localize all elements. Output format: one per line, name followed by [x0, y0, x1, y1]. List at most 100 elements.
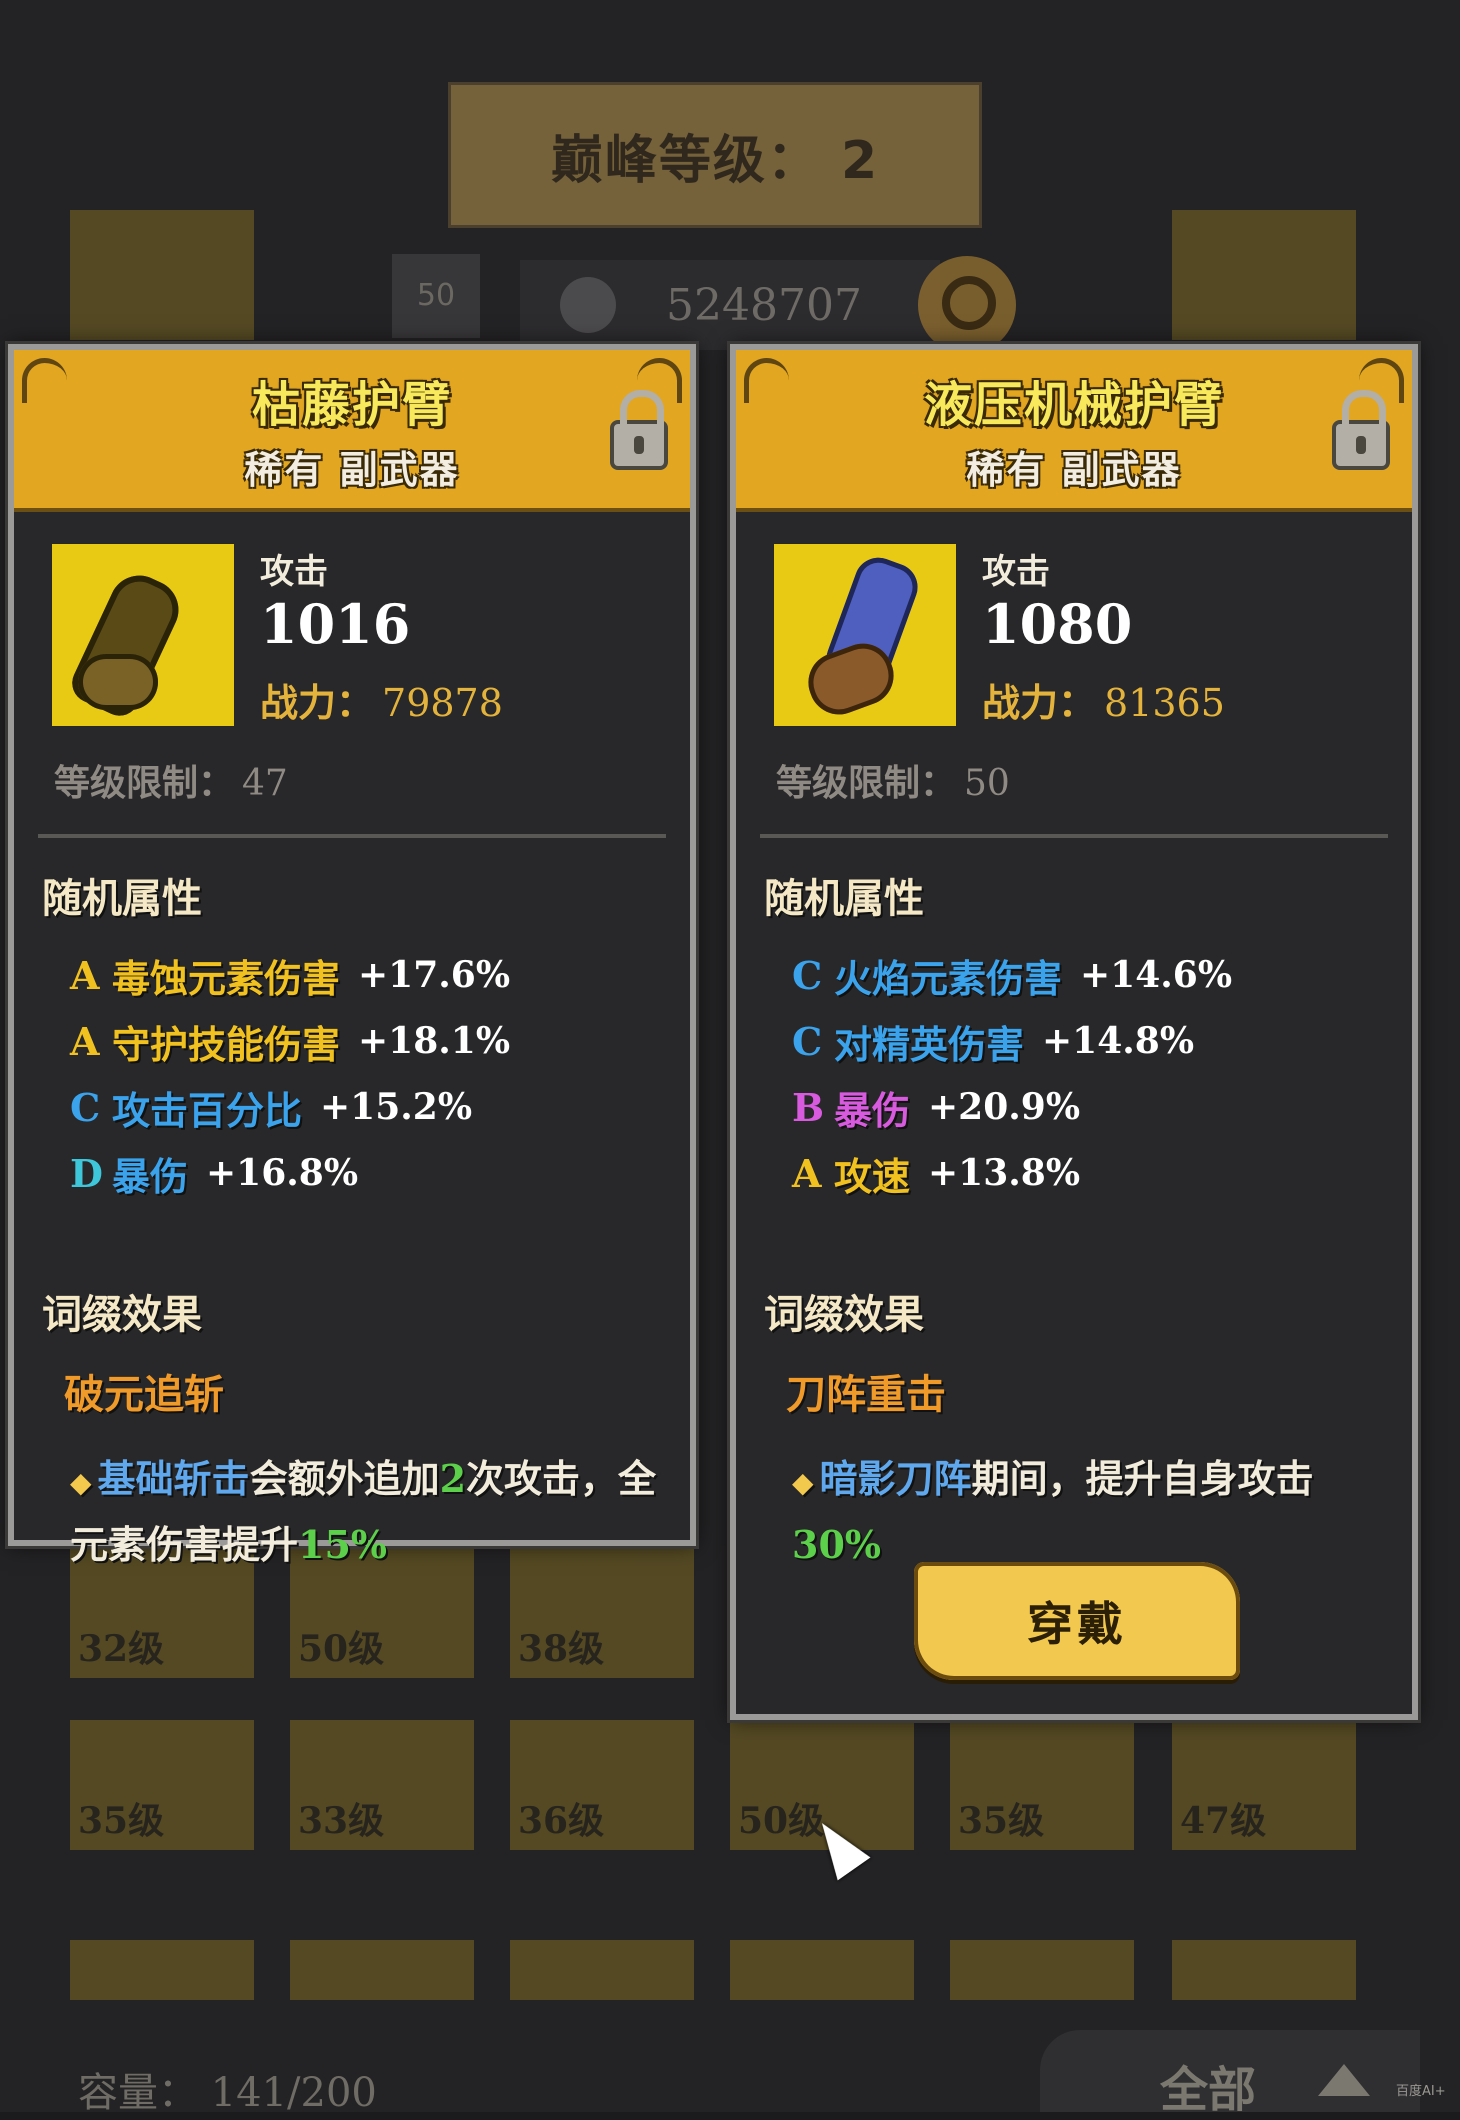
diamond-bullet-icon: ◆ [70, 1466, 92, 1499]
inventory-slot[interactable] [730, 1940, 914, 2000]
item-rarity: 稀有 副武器 [244, 447, 460, 492]
attr-name: 守护技能伤害 [112, 1022, 341, 1067]
affix-number: 2 [439, 1456, 467, 1501]
inventory-slot[interactable] [1172, 1940, 1356, 2000]
corner-ornament [22, 358, 67, 403]
level-req-value: 50 [964, 763, 1010, 804]
slot-level: 33级 [298, 1800, 385, 1842]
diamond-bullet-icon: ◆ [792, 1466, 814, 1499]
level-req-value: 47 [242, 763, 288, 804]
wear-button[interactable]: 穿戴 [914, 1562, 1240, 1680]
attr-grade: A [70, 1018, 100, 1064]
equipment-slot[interactable] [1172, 210, 1356, 340]
attr-value: +13.8% [928, 1152, 1081, 1194]
item-name: 枯藤护臂 [251, 376, 452, 433]
affix-number: 15% [298, 1522, 388, 1567]
divider [38, 834, 666, 838]
slot-level: 36级 [518, 1800, 605, 1842]
attr-grade: C [70, 1084, 101, 1130]
stat-label: 攻击 [982, 552, 1050, 592]
inventory-slot[interactable] [290, 1940, 474, 2000]
slot-level: 47级 [1180, 1800, 1267, 1842]
attr-grade: C [792, 1018, 823, 1064]
fist-icon [560, 277, 616, 333]
attr-row: A 毒蚀元素伤害 +17.6% [14, 942, 690, 1008]
affix-name: 刀阵重击 [786, 1372, 946, 1418]
attr-row: C 火焰元素伤害 +14.6% [736, 942, 1412, 1008]
affix-skill: 基础斩击 [97, 1457, 250, 1501]
random-attr-title: 随机属性 [42, 876, 202, 922]
attr-value: +17.6% [358, 954, 511, 996]
attr-name: 暴伤 [112, 1154, 189, 1199]
magnifier-icon[interactable] [918, 256, 1016, 354]
attr-row: C 对精英伤害 +14.8% [736, 1008, 1412, 1074]
level-badge: 50 [392, 254, 480, 338]
inventory-slot[interactable]: 33级 [290, 1720, 474, 1850]
attr-row: A 守护技能伤害 +18.1% [14, 1008, 690, 1074]
lock-icon[interactable] [1332, 390, 1390, 470]
peak-level-label: 巅峰等级： 2 [550, 130, 880, 191]
corner-ornament [744, 358, 789, 403]
watermark: 百度AI+ [1396, 2084, 1446, 2099]
affix-text: 期间，提升自身攻击 [971, 1457, 1314, 1501]
attr-value: +18.1% [358, 1020, 511, 1062]
attr-grade: A [70, 952, 100, 998]
item-summary: 攻击 1016 战力： 79878 [14, 512, 690, 726]
power-total-bar: 5248707 [520, 260, 940, 350]
slot-level: 32级 [78, 1628, 165, 1670]
equipment-slot[interactable] [70, 210, 254, 340]
inventory-slot[interactable] [950, 1940, 1134, 2000]
inventory-slot[interactable] [70, 1940, 254, 2000]
attr-value: +20.9% [928, 1086, 1081, 1128]
item-image [774, 544, 956, 726]
random-attr-title: 随机属性 [764, 876, 924, 922]
lock-icon[interactable] [610, 390, 668, 470]
attr-name: 对精英伤害 [834, 1022, 1025, 1067]
level-req-label: 等级限制： [776, 763, 957, 804]
affix-description: ◆ 暗影刀阵期间，提升自身攻击 30% [736, 1448, 1412, 1576]
attr-grade: C [792, 952, 823, 998]
inventory-slot[interactable]: 36级 [510, 1720, 694, 1850]
attr-grade: D [70, 1150, 103, 1196]
attr-value: +15.2% [320, 1086, 473, 1128]
slot-level: 35级 [78, 1800, 165, 1842]
card-header: 液压机械护臂 稀有 副武器 [736, 350, 1412, 512]
gauntlet-fist [78, 654, 158, 710]
item-rarity: 稀有 副武器 [966, 447, 1182, 492]
attr-row: A 攻速 +13.8% [736, 1140, 1412, 1206]
power-total-value: 5248707 [666, 279, 862, 331]
inventory-slot[interactable]: 35级 [950, 1720, 1134, 1850]
stat-value: 1080 [982, 592, 1133, 656]
attr-name: 毒蚀元素伤害 [112, 956, 341, 1001]
attr-row: B 暴伤 +20.9% [736, 1074, 1412, 1140]
item-image [52, 544, 234, 726]
level-req-label: 等级限制： [54, 763, 235, 804]
inventory-capacity: 容量： 141/200 [78, 2070, 377, 2116]
attr-name: 火焰元素伤害 [834, 956, 1063, 1001]
power-value: 79878 [382, 681, 503, 725]
power-label: 战力： [260, 681, 375, 725]
attr-grade: A [792, 1150, 822, 1196]
affix-name: 破元追斩 [64, 1372, 224, 1418]
affix-title: 词缀效果 [764, 1292, 924, 1338]
item-summary: 攻击 1080 战力： 81365 [736, 512, 1412, 726]
affix-skill: 暗影刀阵 [819, 1457, 972, 1501]
power-value: 81365 [1104, 681, 1225, 725]
card-header: 枯藤护臂 稀有 副武器 [14, 350, 690, 512]
attr-row: D 暴伤 +16.8% [14, 1140, 690, 1206]
attr-name: 攻速 [834, 1154, 911, 1199]
chevron-up-icon [1318, 2064, 1370, 2096]
item-card-equipped: 枯藤护臂 稀有 副武器 攻击 1016 战力： 79878 等级限制： 47 随机属… [8, 344, 696, 1567]
inventory-slot[interactable]: 35级 [70, 1720, 254, 1850]
inventory-slot[interactable]: 47级 [1172, 1720, 1356, 1850]
inventory-slot[interactable] [510, 1940, 694, 2000]
combat-power: 战力： 79878 [260, 672, 503, 727]
attr-name: 攻击百分比 [112, 1088, 303, 1133]
attr-list: A 毒蚀元素伤害 +17.6% A 守护技能伤害 +18.1% C 攻击百分比 … [14, 942, 690, 1206]
filter-all-button[interactable]: 全部 [1040, 2030, 1420, 2118]
attr-grade: B [792, 1084, 825, 1130]
filter-label: 全部 [1160, 2062, 1257, 2118]
item-name: 液压机械护臂 [923, 376, 1224, 433]
attr-list: C 火焰元素伤害 +14.6% C 对精英伤害 +14.8% B 暴伤 +20.… [736, 942, 1412, 1206]
slot-level: 35级 [958, 1800, 1045, 1842]
